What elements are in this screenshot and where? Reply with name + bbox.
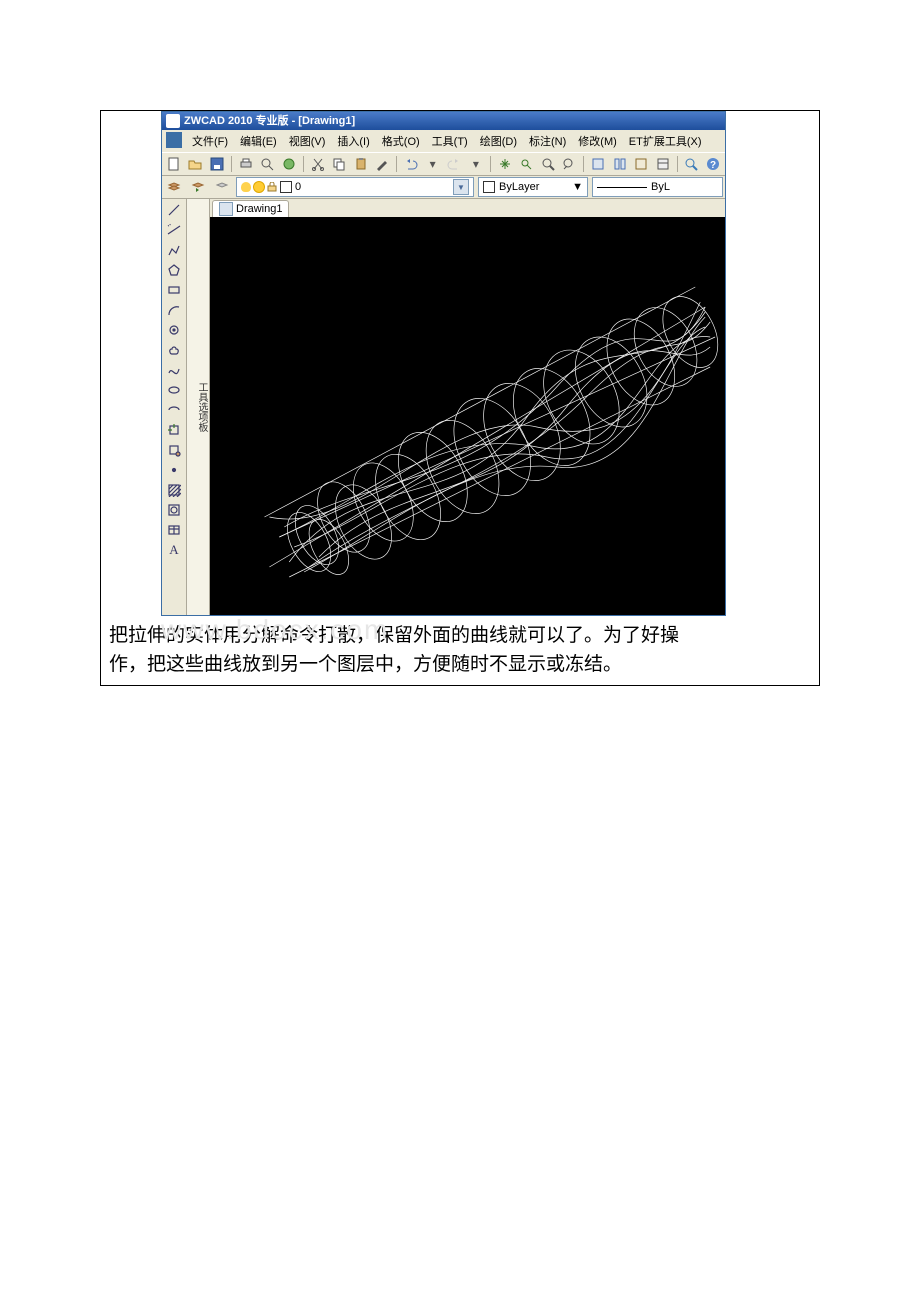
menu-tools[interactable]: 工具(T) (426, 132, 474, 150)
cut-icon[interactable] (308, 154, 328, 174)
properties-icon[interactable] (588, 154, 608, 174)
color-swatch-icon (483, 181, 495, 193)
polygon-icon[interactable] (165, 261, 183, 279)
arc-icon[interactable] (165, 301, 183, 319)
new-icon[interactable] (164, 154, 184, 174)
line-icon[interactable] (165, 201, 183, 219)
undo-drop-icon[interactable]: ▾ (423, 154, 443, 174)
layer-freeze-icon (254, 182, 264, 192)
preview-icon[interactable] (257, 154, 277, 174)
menu-modify[interactable]: 修改(M) (572, 132, 623, 150)
publish-icon[interactable] (279, 154, 299, 174)
separator (231, 156, 232, 172)
polyline-icon[interactable] (165, 241, 183, 259)
color-label: ByLayer (499, 181, 568, 193)
layer-manager-icon[interactable] (164, 177, 184, 197)
layer-prev-icon[interactable] (188, 177, 208, 197)
cad-window: ZWCAD 2010 专业版 - [Drawing1] 文件(F) 编辑(E) … (161, 111, 726, 616)
ellipse-arc-icon[interactable] (165, 401, 183, 419)
menu-edit[interactable]: 编辑(E) (234, 132, 283, 150)
layer-toolbar: 0 ▼ ByLayer ▼ ByL (162, 176, 725, 199)
linetype-sample (597, 187, 647, 188)
layer-dropdown[interactable]: 0 ▼ (236, 177, 474, 197)
revcloud-icon[interactable] (165, 341, 183, 359)
region-icon[interactable] (165, 501, 183, 519)
tool-palette-strip[interactable]: 工具选项板 (187, 199, 210, 615)
make-block-icon[interactable] (165, 441, 183, 459)
window-title: ZWCAD 2010 专业版 - [Drawing1] (184, 112, 355, 130)
layer-name: 0 (295, 181, 450, 193)
rectangle-icon[interactable] (165, 281, 183, 299)
zoom-window-icon[interactable] (538, 154, 558, 174)
calc-icon[interactable] (653, 154, 673, 174)
drawing-viewport[interactable] (210, 217, 725, 615)
spline-icon[interactable] (165, 361, 183, 379)
zoom-realtime-icon[interactable] (516, 154, 536, 174)
separator (396, 156, 397, 172)
hatch-icon[interactable] (165, 481, 183, 499)
color-dropdown[interactable]: ByLayer ▼ (478, 177, 588, 197)
layer-on-icon (241, 182, 251, 192)
redo-drop-icon[interactable]: ▾ (466, 154, 486, 174)
help-icon[interactable]: ? (703, 154, 723, 174)
menu-dim[interactable]: 标注(N) (523, 132, 572, 150)
standard-toolbar: ▾ ▾ ? (162, 152, 725, 176)
separator (303, 156, 304, 172)
mtext-icon[interactable]: A (165, 541, 183, 559)
open-icon[interactable] (186, 154, 206, 174)
pan-icon[interactable] (495, 154, 515, 174)
redo-icon[interactable] (444, 154, 464, 174)
linetype-dropdown[interactable]: ByL (592, 177, 723, 197)
print-icon[interactable] (236, 154, 256, 174)
workspace: A 工具选项板 Drawing1 (162, 199, 725, 615)
menu-insert[interactable]: 插入(I) (331, 132, 375, 150)
menu-file[interactable]: 文件(F) (186, 132, 234, 150)
tool-palettes-icon[interactable] (631, 154, 651, 174)
save-icon[interactable] (207, 154, 227, 174)
design-center-icon[interactable] (610, 154, 630, 174)
undo-icon[interactable] (401, 154, 421, 174)
document-tab-label: Drawing1 (236, 203, 282, 215)
document-tabs: Drawing1 (210, 199, 725, 217)
point-icon[interactable] (165, 461, 183, 479)
circle-icon[interactable] (165, 321, 183, 339)
paste-icon[interactable] (351, 154, 371, 174)
document-icon (219, 202, 233, 216)
draw-toolbar: A (162, 199, 187, 615)
ellipse-icon[interactable] (165, 381, 183, 399)
copy-icon[interactable] (329, 154, 349, 174)
layer-color-icon (280, 181, 292, 193)
chevron-down-icon[interactable]: ▼ (453, 179, 469, 195)
menu-view[interactable]: 视图(V) (283, 132, 332, 150)
app-icon (166, 114, 180, 128)
svg-text:?: ? (710, 160, 716, 171)
linetype-label: ByL (651, 181, 670, 193)
layer-states-icon[interactable] (212, 177, 232, 197)
xline-icon[interactable] (165, 221, 183, 239)
app-menu-icon[interactable] (166, 132, 182, 148)
layer-lock-icon (267, 182, 277, 192)
chevron-down-icon[interactable]: ▼ (572, 181, 583, 193)
menubar: 文件(F) 编辑(E) 视图(V) 插入(I) 格式(O) 工具(T) 绘图(D… (162, 130, 725, 152)
palette-label: 工具选项板 (196, 382, 207, 432)
matchprop-icon[interactable] (373, 154, 393, 174)
document-tab[interactable]: Drawing1 (212, 200, 289, 217)
canvas-area: Drawing1 (210, 199, 725, 615)
table-icon[interactable] (165, 521, 183, 539)
separator (583, 156, 584, 172)
menu-format[interactable]: 格式(O) (376, 132, 426, 150)
zoom-icon[interactable] (682, 154, 702, 174)
caption-line2: 作，把这些曲线放到另一个图层中，方便随时不显示或冻结。 (109, 654, 622, 675)
menu-draw[interactable]: 绘图(D) (474, 132, 523, 150)
zoom-prev-icon[interactable] (560, 154, 580, 174)
titlebar: ZWCAD 2010 专业版 - [Drawing1] (162, 112, 725, 130)
separator (677, 156, 678, 172)
document-cell: ZWCAD 2010 专业版 - [Drawing1] 文件(F) 编辑(E) … (100, 110, 820, 686)
menu-et[interactable]: ET扩展工具(X) (623, 132, 708, 150)
insert-block-icon[interactable] (165, 421, 183, 439)
separator (490, 156, 491, 172)
